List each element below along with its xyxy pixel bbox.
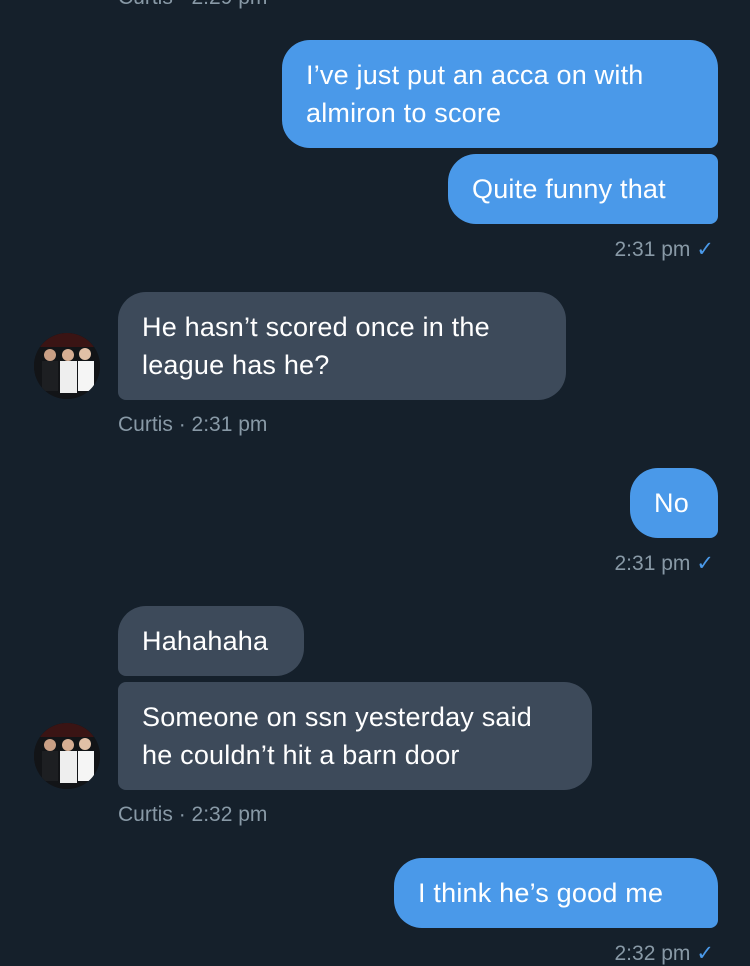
time-label: 2:31 pm: [614, 238, 691, 261]
avatar[interactable]: [34, 723, 100, 789]
message-text: Someone on ssn yesterday said he couldn’…: [142, 702, 533, 770]
received-meta: Curtis · 2:31 pm: [118, 413, 267, 437]
received-message-bubble[interactable]: Hahahaha: [118, 606, 304, 676]
avatar-image: [34, 723, 100, 789]
message-text: Hahahaha: [142, 626, 269, 656]
received-meta: Curtis · 2:32 pm: [118, 803, 267, 827]
time-label: 2:31 pm: [614, 552, 691, 575]
sent-message-bubble[interactable]: Quite funny that: [448, 154, 718, 224]
sender-name: Curtis: [118, 413, 173, 436]
message-text: Quite funny that: [472, 174, 666, 204]
message-text: I think he’s good me: [418, 878, 664, 908]
read-check-icon: ✓: [696, 942, 714, 965]
avatar[interactable]: [34, 333, 100, 399]
read-check-icon: ✓: [696, 238, 714, 261]
sent-timestamp: 2:32 pm ✓: [615, 941, 715, 966]
meta-separator: ·: [178, 803, 192, 826]
meta-separator: ·: [178, 413, 192, 436]
message-text: No: [654, 488, 689, 518]
time-label: 2:32 pm: [614, 942, 691, 965]
received-message-bubble[interactable]: Someone on ssn yesterday said he couldn’…: [118, 682, 592, 790]
received-meta-partial: Curtis · 2:29 pm: [118, 0, 267, 10]
sender-name: Curtis: [118, 803, 173, 826]
received-message-bubble[interactable]: He hasn’t scored once in the league has …: [118, 292, 566, 400]
sent-timestamp: 2:31 pm ✓: [615, 237, 715, 262]
sender-time-label: Curtis · 2:29 pm: [118, 0, 267, 9]
sent-message-bubble[interactable]: I’ve just put an acca on with almiron to…: [282, 40, 718, 148]
sent-message-bubble[interactable]: No: [630, 468, 718, 538]
avatar-image: [34, 333, 100, 399]
read-check-icon: ✓: [696, 552, 714, 575]
sent-message-bubble[interactable]: I think he’s good me: [394, 858, 718, 928]
message-text: I’ve just put an acca on with almiron to…: [306, 60, 644, 128]
conversation-thread: Curtis · 2:29 pm I’ve just put an acca o…: [0, 0, 750, 966]
time-label: 2:32 pm: [191, 803, 268, 826]
time-label: 2:31 pm: [191, 413, 268, 436]
message-text: He hasn’t scored once in the league has …: [142, 312, 490, 380]
sent-timestamp: 2:31 pm ✓: [615, 551, 715, 576]
